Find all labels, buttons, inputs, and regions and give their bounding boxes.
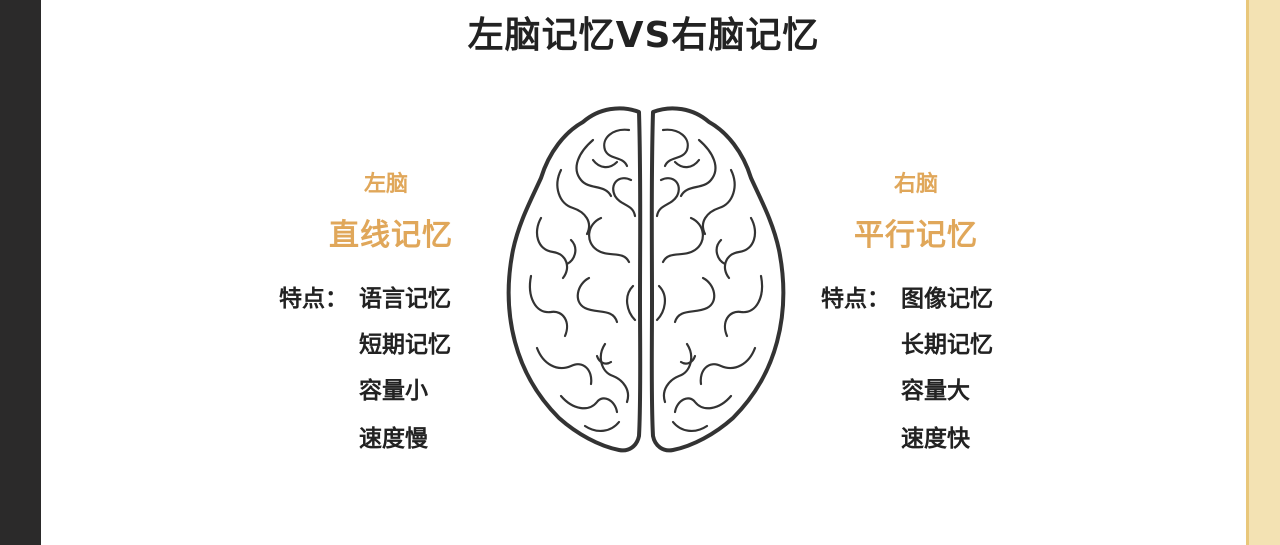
right-feature-4: 速度快 <box>901 426 970 452</box>
left-feature-2: 短期记忆 <box>359 332 451 358</box>
left-feature-1: 语言记忆 <box>359 286 451 312</box>
left-feature-4: 速度慢 <box>359 426 428 452</box>
left-feature-3: 容量小 <box>359 378 428 404</box>
right-feature-3: 容量大 <box>901 378 970 404</box>
brain-right-folds <box>655 128 764 432</box>
right-border-accent-line <box>1246 0 1249 545</box>
left-dark-border <box>0 0 41 545</box>
brain-left-folds <box>528 128 637 432</box>
right-feature-2: 长期记忆 <box>901 332 993 358</box>
right-feature-label: 特点： <box>821 286 890 312</box>
left-hemisphere-label: 左脑 <box>363 172 408 197</box>
slide: 左脑记忆VS右脑记忆 左脑 直线记忆 特点： 语言记忆 短期记忆 容量小 速度慢… <box>41 0 1246 545</box>
brain-illustration <box>506 106 786 453</box>
screen: 左脑记忆VS右脑记忆 左脑 直线记忆 特点： 语言记忆 短期记忆 容量小 速度慢… <box>0 0 1280 545</box>
left-feature-label: 特点： <box>279 286 348 312</box>
right-feature-1: 图像记忆 <box>901 286 993 312</box>
slide-title: 左脑记忆VS右脑记忆 <box>467 15 820 56</box>
right-memory-type: 平行记忆 <box>854 218 978 253</box>
left-memory-type: 直线记忆 <box>329 218 453 253</box>
right-cream-border <box>1246 0 1280 545</box>
right-hemisphere-label: 右脑 <box>893 172 938 197</box>
